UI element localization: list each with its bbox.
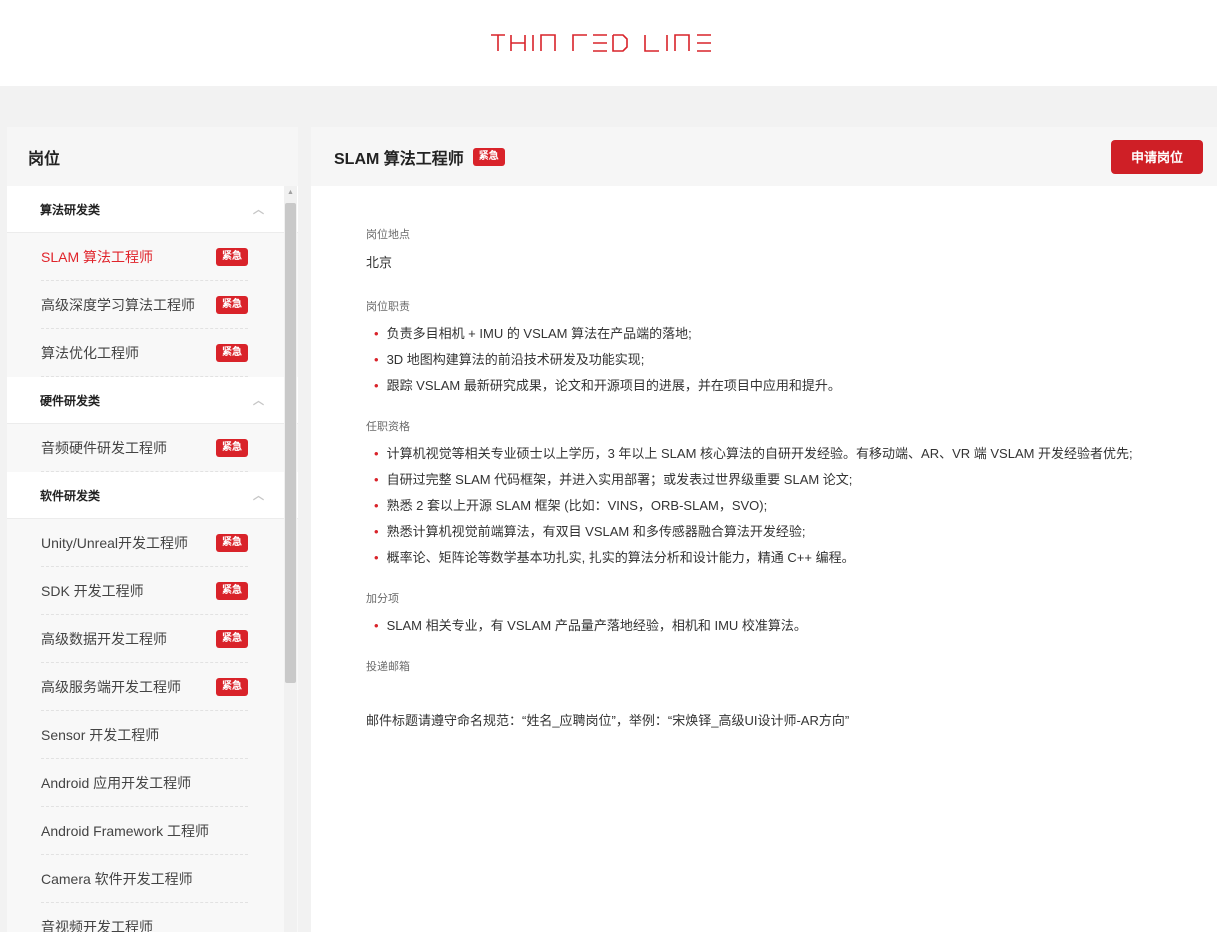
list-item: 自研过完整 SLAM 代码框架，并进入实用部署；或发表过世界级重要 SLAM 论… — [366, 470, 1177, 490]
scrollbar-thumb[interactable] — [285, 203, 296, 683]
urgent-badge: 紧急 — [216, 248, 248, 266]
job-item-sensor[interactable]: Sensor 开发工程师 — [7, 711, 298, 759]
scroll-up-arrow-icon[interactable]: ▲ — [284, 189, 297, 196]
job-title: SLAM 算法工程师 — [334, 150, 464, 168]
job-item-algorithm-optimization[interactable]: 算法优化工程师 紧急 — [7, 329, 298, 377]
job-item-label: Sensor 开发工程师 — [41, 727, 160, 743]
job-detail-panel: SLAM 算法工程师 紧急 申请岗位 岗位地点 北京 岗位职责 负责多目相机 +… — [311, 127, 1217, 932]
job-item-label: 音频硬件研发工程师 — [41, 440, 167, 456]
location-label: 岗位地点 — [366, 229, 410, 241]
job-item-label: Android 应用开发工程师 — [41, 775, 192, 791]
bonus-list: SLAM 相关专业，有 VSLAM 产品量产落地经验，相机和 IMU 校准算法。 — [366, 616, 1177, 636]
chevron-up-icon[interactable]: ︿ — [253, 201, 264, 217]
category-hardware[interactable]: 硬件研发类 ︿ — [7, 377, 298, 424]
job-sidebar: 岗位 算法研发类 ︿ SLAM 算法工程师 紧急 高级深度学习算法工程师 紧急 … — [7, 127, 298, 932]
category-label: 硬件研发类 — [40, 393, 101, 408]
urgent-badge: 紧急 — [216, 534, 248, 552]
list-item: SLAM 相关专业，有 VSLAM 产品量产落地经验，相机和 IMU 校准算法。 — [366, 616, 1177, 636]
category-algorithm[interactable]: 算法研发类 ︿ — [7, 186, 298, 233]
sidebar-scrollbar[interactable]: ▲ — [284, 186, 297, 932]
list-item: 3D 地图构建算法的前沿技术研发及功能实现; — [366, 350, 1177, 370]
sidebar-title: 岗位 — [7, 127, 298, 186]
category-label: 软件研发类 — [40, 488, 101, 503]
email-naming-note: 邮件标题请遵守命名规范：“姓名_应聘岗位”，举例：“宋焕铎_高级UI设计师-AR… — [366, 713, 850, 728]
email-label: 投递邮箱 — [366, 661, 410, 673]
job-item-android-framework[interactable]: Android Framework 工程师 — [7, 807, 298, 855]
duties-list: 负责多目相机 + IMU 的 VSLAM 算法在产品端的落地; 3D 地图构建算… — [366, 324, 1177, 396]
job-detail-header: SLAM 算法工程师 紧急 申请岗位 — [311, 127, 1217, 186]
job-item-label: 音视频开发工程师 — [41, 919, 153, 932]
chevron-up-icon[interactable]: ︿ — [253, 392, 264, 408]
job-item-label: Camera 软件开发工程师 — [41, 871, 193, 887]
urgent-badge: 紧急 — [216, 582, 248, 600]
urgent-badge: 紧急 — [216, 439, 248, 457]
urgent-badge: 紧急 — [216, 630, 248, 648]
job-item-camera[interactable]: Camera 软件开发工程师 — [7, 855, 298, 903]
job-item-android-app[interactable]: Android 应用开发工程师 — [7, 759, 298, 807]
urgent-badge: 紧急 — [216, 678, 248, 696]
job-item-audio-video[interactable]: 音视频开发工程师 — [7, 903, 298, 932]
brand-logo[interactable] — [489, 33, 729, 53]
job-item-unity-unreal[interactable]: Unity/Unreal开发工程师 紧急 — [7, 519, 298, 567]
location-value: 北京 — [366, 255, 393, 270]
list-item: 熟悉 2 套以上开源 SLAM 框架 (比如：VINS，ORB-SLAM，SVO… — [366, 496, 1177, 516]
list-item: 熟悉计算机视觉前端算法，有双目 VSLAM 和多传感器融合算法开发经验; — [366, 522, 1177, 542]
job-item-label: SDK 开发工程师 — [41, 583, 144, 599]
job-item-deep-learning[interactable]: 高级深度学习算法工程师 紧急 — [7, 281, 298, 329]
job-item-audio-hardware[interactable]: 音频硬件研发工程师 紧急 — [7, 424, 298, 472]
job-list[interactable]: 算法研发类 ︿ SLAM 算法工程师 紧急 高级深度学习算法工程师 紧急 算法优… — [7, 186, 298, 932]
list-item: 概率论、矩阵论等数学基本功扎实, 扎实的算法分析和设计能力，精通 C++ 编程。 — [366, 548, 1177, 568]
job-item-label: Unity/Unreal开发工程师 — [41, 535, 189, 551]
job-item-slam[interactable]: SLAM 算法工程师 紧急 — [7, 233, 298, 281]
category-label: 算法研发类 — [40, 202, 101, 217]
bonus-label: 加分项 — [366, 593, 399, 605]
duties-label: 岗位职责 — [366, 301, 410, 313]
job-item-sdk[interactable]: SDK 开发工程师 紧急 — [7, 567, 298, 615]
category-software[interactable]: 软件研发类 ︿ — [7, 472, 298, 519]
job-item-label: 高级服务端开发工程师 — [41, 679, 181, 695]
chevron-up-icon[interactable]: ︿ — [253, 487, 264, 503]
job-item-label: 高级数据开发工程师 — [41, 631, 167, 647]
list-item: 跟踪 VSLAM 最新研究成果，论文和开源项目的进展，并在项目中应用和提升。 — [366, 376, 1177, 396]
urgent-badge: 紧急 — [216, 344, 248, 362]
job-item-label: SLAM 算法工程师 — [41, 249, 154, 265]
list-item: 计算机视觉等相关专业硕士以上学历，3 年以上 SLAM 核心算法的自研开发经验。… — [366, 444, 1177, 464]
job-item-label: 高级深度学习算法工程师 — [41, 297, 195, 313]
urgent-badge: 紧急 — [216, 296, 248, 314]
job-item-label: 算法优化工程师 — [41, 345, 139, 361]
apply-button[interactable]: 申请岗位 — [1111, 139, 1203, 174]
urgent-badge: 紧急 — [472, 147, 505, 166]
job-title-group: SLAM 算法工程师 紧急 — [334, 145, 505, 169]
requirements-list: 计算机视觉等相关专业硕士以上学历，3 年以上 SLAM 核心算法的自研开发经验。… — [366, 444, 1177, 568]
job-detail-content: 岗位地点 北京 岗位职责 负责多目相机 + IMU 的 VSLAM 算法在产品端… — [311, 186, 1217, 729]
job-item-data-dev[interactable]: 高级数据开发工程师 紧急 — [7, 615, 298, 663]
requirements-label: 任职资格 — [366, 421, 410, 433]
list-item: 负责多目相机 + IMU 的 VSLAM 算法在产品端的落地; — [366, 324, 1177, 344]
job-item-server-dev[interactable]: 高级服务端开发工程师 紧急 — [7, 663, 298, 711]
job-item-label: Android Framework 工程师 — [41, 823, 210, 839]
top-bar — [0, 0, 1217, 86]
